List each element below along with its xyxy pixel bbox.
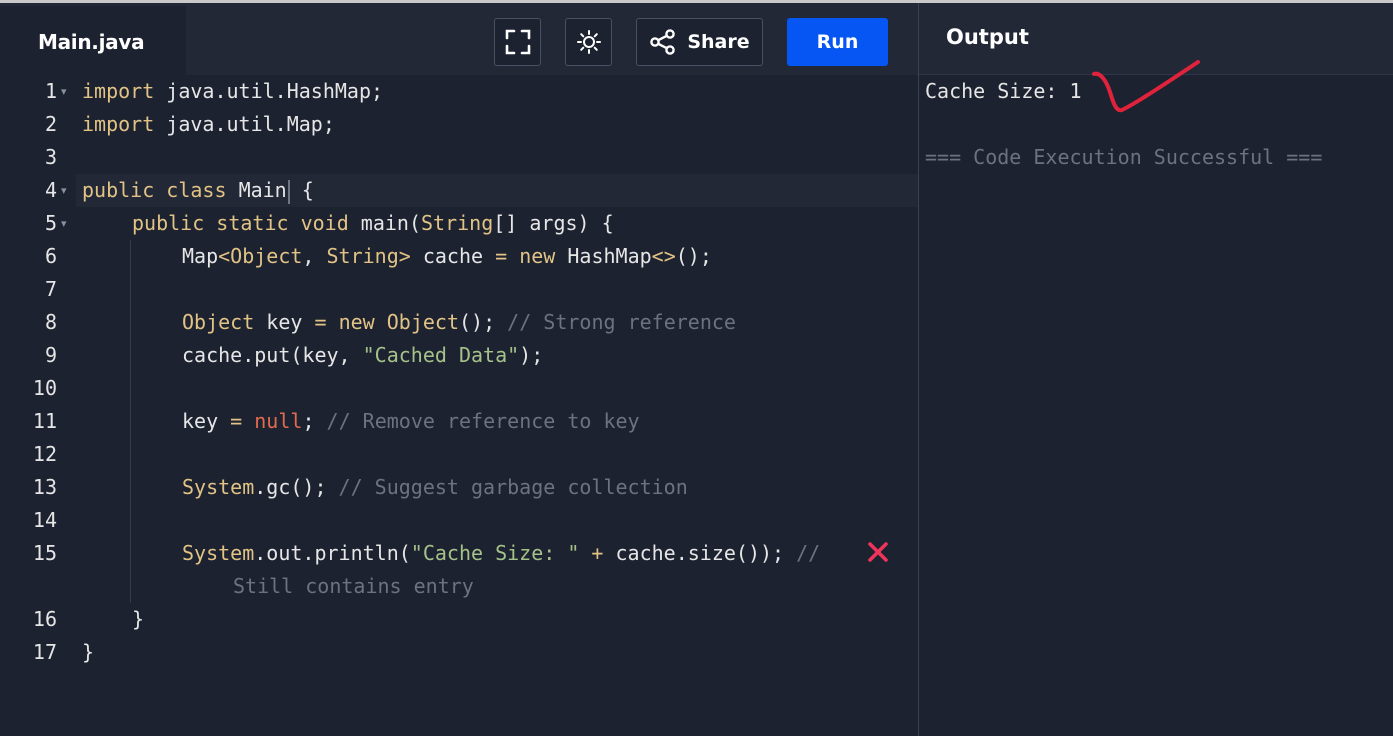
type-name: Object bbox=[386, 310, 459, 334]
code-text: (); bbox=[675, 244, 712, 268]
comment: // bbox=[796, 541, 821, 565]
file-tab-main-java[interactable]: Main.java bbox=[0, 6, 186, 78]
keyword: public bbox=[132, 211, 205, 235]
code-text: ; bbox=[302, 409, 327, 433]
type-name: System bbox=[182, 475, 255, 499]
cross-mark-icon bbox=[868, 542, 888, 562]
type-name: String bbox=[421, 211, 494, 235]
string-literal: "Cached Data" bbox=[362, 343, 520, 367]
code-text: ); bbox=[519, 343, 544, 367]
code-text: [] args) { bbox=[493, 211, 614, 235]
output-status: === Code Execution Successful === bbox=[925, 145, 1323, 169]
class-name: Main bbox=[238, 178, 287, 202]
theme-toggle-button[interactable] bbox=[565, 18, 612, 66]
code-line-16: } bbox=[0, 603, 918, 636]
keyword: void bbox=[300, 211, 349, 235]
code-line-15: System.out.println("Cache Size: " + cach… bbox=[0, 537, 918, 570]
keyword: new bbox=[338, 310, 375, 334]
code-line-11: key = null; // Remove reference to key bbox=[0, 405, 918, 438]
code-line-5: public static void main(String[] args) { bbox=[0, 207, 918, 240]
comment: // Strong reference bbox=[507, 310, 736, 334]
code-text: { bbox=[289, 178, 314, 202]
operator: = bbox=[230, 409, 243, 433]
code-text: .out.println( bbox=[254, 541, 411, 565]
type-name: Object bbox=[182, 310, 255, 334]
code-line-1: import java.util.HashMap; bbox=[0, 75, 918, 108]
operator: + bbox=[591, 541, 604, 565]
type-name: String bbox=[326, 244, 399, 268]
code-text: key bbox=[254, 310, 315, 334]
null-literal: null bbox=[254, 409, 303, 433]
type-name: > bbox=[398, 244, 411, 268]
code-line-15-wrap: Still contains entry bbox=[0, 570, 918, 603]
comment: // Remove reference to key bbox=[326, 409, 640, 433]
run-button[interactable]: Run bbox=[787, 18, 888, 66]
code-line-2: import java.util.Map; bbox=[0, 108, 918, 141]
code-text: HashMap bbox=[555, 244, 652, 268]
code-line-8: Object key = new Object(); // Strong ref… bbox=[0, 306, 918, 339]
run-button-label: Run bbox=[816, 31, 859, 53]
line-number: 7 bbox=[44, 277, 57, 301]
keyword: class bbox=[166, 178, 227, 202]
code-line-13: System.gc(); // Suggest garbage collecti… bbox=[0, 471, 918, 504]
share-button-label: Share bbox=[687, 31, 750, 53]
string-literal: "Cache Size: " bbox=[410, 541, 580, 565]
code-line-9: cache.put(key, "Cached Data"); bbox=[0, 339, 918, 372]
sun-icon bbox=[576, 30, 601, 54]
code-text: main( bbox=[348, 211, 422, 235]
keyword: import bbox=[82, 79, 155, 103]
code-text: .gc(); bbox=[254, 475, 339, 499]
fullscreen-button[interactable] bbox=[494, 18, 541, 66]
code-text: key bbox=[182, 409, 231, 433]
fullscreen-icon bbox=[505, 29, 530, 55]
line-number: 14 bbox=[32, 508, 57, 532]
comment: Still contains entry bbox=[233, 574, 474, 598]
keyword: static bbox=[216, 211, 289, 235]
code-line-6: Map<Object, String> cache = new HashMap<… bbox=[0, 240, 918, 273]
share-icon bbox=[650, 29, 676, 55]
code-text: java.util.HashMap; bbox=[154, 79, 384, 103]
output-panel-title: Output bbox=[946, 25, 1029, 49]
file-tab-label: Main.java bbox=[38, 30, 145, 54]
code-text: } bbox=[132, 607, 145, 631]
output-result: Cache Size: 1 bbox=[925, 79, 1082, 103]
code-text: cache.put(key, bbox=[182, 343, 363, 367]
line-number: 12 bbox=[32, 442, 57, 466]
code-text: , bbox=[302, 244, 327, 268]
panel-divider[interactable] bbox=[918, 3, 919, 736]
keyword: public bbox=[82, 178, 155, 202]
code-text: } bbox=[82, 640, 95, 664]
operator: = bbox=[314, 310, 327, 334]
code-text: java.util.Map; bbox=[154, 112, 335, 136]
code-editor[interactable]: 1 ▾ 2 3 4 ▾ 5 ▾ 6 7 8 9 10 11 12 13 14 15 16 17 import java… bbox=[0, 75, 918, 736]
code-line-4: public class Main { bbox=[0, 174, 918, 207]
comment: // Suggest garbage collection bbox=[338, 475, 688, 499]
line-number: 10 bbox=[32, 376, 57, 400]
code-text: cache bbox=[410, 244, 496, 268]
type-name: System bbox=[182, 541, 255, 565]
code-line-17: } bbox=[0, 636, 918, 669]
share-button[interactable]: Share bbox=[636, 18, 763, 66]
checkmark-icon bbox=[1092, 60, 1200, 113]
type-name: <Object bbox=[218, 244, 303, 268]
line-number: 3 bbox=[44, 145, 57, 169]
operator: = bbox=[495, 244, 508, 268]
code-text: cache.size()); bbox=[603, 541, 797, 565]
code-text: Map bbox=[182, 244, 219, 268]
keyword: import bbox=[82, 112, 155, 136]
keyword: new bbox=[519, 244, 556, 268]
code-text: (); bbox=[458, 310, 508, 334]
type-name: <> bbox=[651, 244, 676, 268]
